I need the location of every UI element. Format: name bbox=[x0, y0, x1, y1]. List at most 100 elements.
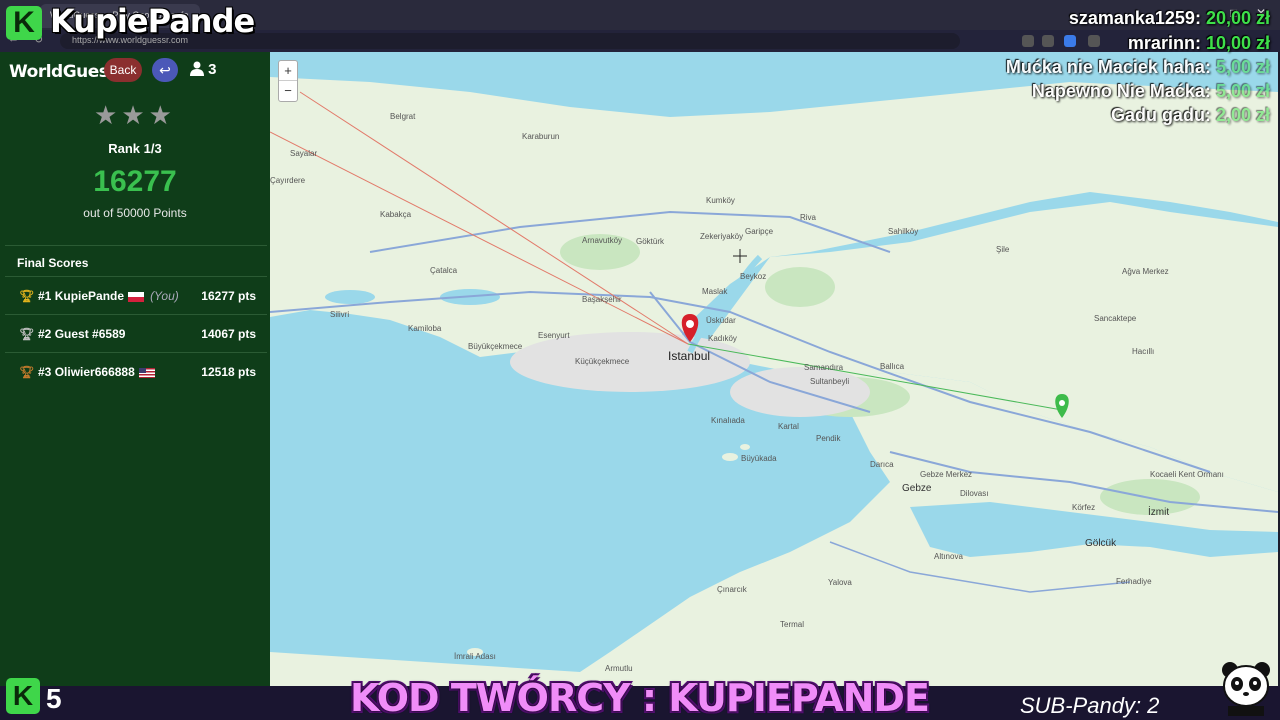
donor-name: Mućka nie Maciek haha: bbox=[1005, 57, 1211, 77]
player-username: Guest #6589 bbox=[54, 327, 126, 341]
map-label: Maslak bbox=[702, 287, 728, 296]
donation-entry: Mućka nie Maciek haha: 5,00 zł bbox=[1006, 57, 1270, 78]
map-label: Üsküdar bbox=[706, 316, 736, 325]
donation-entry: Napewno Nie Maćka: 5,00 zł bbox=[1032, 81, 1270, 102]
map-label: Altınova bbox=[934, 552, 963, 561]
map-label: Kartal bbox=[778, 422, 799, 431]
rating-stars: ★★★ bbox=[94, 100, 176, 130]
map-label: Şile bbox=[996, 245, 1010, 254]
logo-text: KupiePande bbox=[50, 2, 255, 40]
map-label: Termal bbox=[780, 620, 805, 629]
map-label: Garipçe bbox=[745, 227, 774, 236]
sub-counter: SUB-Pandy: 2 bbox=[1020, 693, 1160, 718]
map-label: Kınalıada bbox=[711, 416, 745, 425]
results-sidebar: WorldGuessr Back ↩ 3 ★★★ Rank 1/3 16277 … bbox=[0, 52, 270, 686]
map-label: Kumköy bbox=[706, 196, 735, 205]
total-score: 16277 bbox=[93, 165, 177, 198]
player-points: 14067 pts bbox=[201, 327, 256, 341]
map-label: Darıca bbox=[870, 460, 894, 469]
zoom-in-button[interactable]: + bbox=[279, 61, 297, 81]
map-label: Belgrat bbox=[390, 112, 416, 121]
map-label: Çayırdere bbox=[270, 176, 306, 185]
map-label: Ballıca bbox=[880, 362, 905, 371]
map-label: Istanbul bbox=[668, 349, 711, 363]
trophy-icon: 🏆︎ bbox=[19, 365, 35, 379]
map-label: Zekeriyaköy bbox=[700, 232, 744, 241]
map-label: Sayalar bbox=[290, 149, 318, 158]
forest-area bbox=[765, 267, 835, 307]
map-label: Kadıköy bbox=[708, 334, 737, 343]
player-username: KupiePande bbox=[54, 289, 125, 303]
map-label: İmrali Adası bbox=[454, 652, 496, 661]
map-label: Körfez bbox=[1072, 503, 1096, 512]
map-label: Karaburun bbox=[522, 132, 560, 141]
island bbox=[722, 453, 738, 461]
player-rank: #2 bbox=[38, 327, 52, 341]
map-label: Arnavutköy bbox=[582, 236, 623, 245]
map-label: İzmit bbox=[1148, 507, 1170, 518]
extension-icon[interactable] bbox=[1064, 35, 1076, 47]
results-map[interactable]: + − Istanbul Gebze İzmit Gölcük Yalova B… bbox=[270, 52, 1278, 686]
map-label: Dilovası bbox=[960, 489, 989, 498]
player-username: Oliwier666888 bbox=[54, 365, 135, 379]
donation-amount: 5,00 zł bbox=[1215, 81, 1270, 101]
map-label: Beykoz bbox=[740, 272, 767, 281]
map-label: Kocaeli Kent Ormanı bbox=[1150, 470, 1224, 479]
donor-name: Napewno Nie Maćka: bbox=[1031, 81, 1211, 101]
trophy-icon: 🏆︎ bbox=[19, 327, 35, 341]
share-icon[interactable]: ↩ bbox=[152, 58, 178, 82]
map-label: Pendik bbox=[816, 434, 841, 443]
map-background bbox=[270, 52, 1278, 686]
map-label: Gebze bbox=[902, 483, 932, 494]
player-count: 3 bbox=[190, 61, 217, 78]
counter-value: 5 bbox=[46, 683, 62, 714]
logo-k-icon: K bbox=[6, 6, 42, 40]
map-label: Samandıra bbox=[804, 363, 844, 372]
map-label: Göktürk bbox=[636, 237, 665, 246]
user-icon bbox=[190, 61, 204, 76]
donation-amount: 2,00 zł bbox=[1215, 105, 1270, 125]
donation-entry: szamanka1259: 20,00 zł bbox=[1069, 8, 1270, 29]
extensions-puzzle-icon[interactable] bbox=[1088, 35, 1100, 47]
sidebar-header: WorldGuessr Back ↩ 3 bbox=[0, 52, 270, 90]
zoom-out-button[interactable]: − bbox=[279, 81, 297, 101]
score-row[interactable]: 🏆︎ #3 Oliwier666888 12518 pts bbox=[5, 352, 267, 390]
divider bbox=[5, 245, 267, 246]
donation-amount: 10,00 zł bbox=[1205, 33, 1270, 53]
map-label: Gebze Merkez bbox=[920, 470, 973, 479]
score-row[interactable]: 🏆︎ #1 KupiePande (You) 16277 pts bbox=[5, 276, 267, 314]
map-label: Armutlu bbox=[605, 664, 633, 673]
donor-name: mrarinn: bbox=[1127, 33, 1201, 53]
map-label: Büyükçekmece bbox=[468, 342, 523, 351]
map-label: Başakşehir bbox=[582, 295, 622, 304]
donation-amount: 5,00 zł bbox=[1215, 57, 1270, 77]
rank-label: Rank 1/3 bbox=[108, 141, 162, 156]
map-label: Sancaktepe bbox=[1094, 314, 1137, 323]
map-label: Ağva Merkez bbox=[1122, 267, 1169, 276]
player-points: 16277 pts bbox=[201, 289, 256, 303]
donor-name: szamanka1259: bbox=[1068, 8, 1201, 28]
panda-icon bbox=[1222, 662, 1270, 716]
zoom-control: + − bbox=[278, 60, 298, 102]
player-count-value: 3 bbox=[208, 61, 217, 78]
donation-entry: Gadu gadu: 2,00 zł bbox=[1111, 105, 1270, 126]
map-label: Büyükada bbox=[741, 454, 777, 463]
map-label: Çınarcık bbox=[717, 585, 747, 594]
poland-flag-icon bbox=[128, 291, 145, 302]
bookmark-star-icon[interactable] bbox=[1042, 35, 1054, 47]
player-points: 12518 pts bbox=[201, 365, 256, 379]
map-label: Çatalca bbox=[430, 266, 458, 275]
island bbox=[740, 444, 750, 450]
donation-amount: 20,00 zł bbox=[1205, 8, 1270, 28]
translate-icon[interactable] bbox=[1022, 35, 1034, 47]
lake bbox=[325, 290, 375, 304]
back-button[interactable]: Back bbox=[104, 58, 142, 82]
score-max-label: out of 50000 Points bbox=[83, 206, 187, 220]
map-label: Kabakça bbox=[380, 210, 412, 219]
map-label: Sultanbeyli bbox=[810, 377, 850, 386]
score-row[interactable]: 🏆︎ #2 Guest #6589 14067 pts bbox=[5, 314, 267, 352]
map-label: Sahilköy bbox=[888, 227, 919, 236]
player-rank: #3 bbox=[38, 365, 52, 379]
map-label: Ferhadiye bbox=[1116, 577, 1152, 586]
creator-code-banner: KOD TWÓRCY : KUPIEPANDE bbox=[350, 676, 930, 720]
